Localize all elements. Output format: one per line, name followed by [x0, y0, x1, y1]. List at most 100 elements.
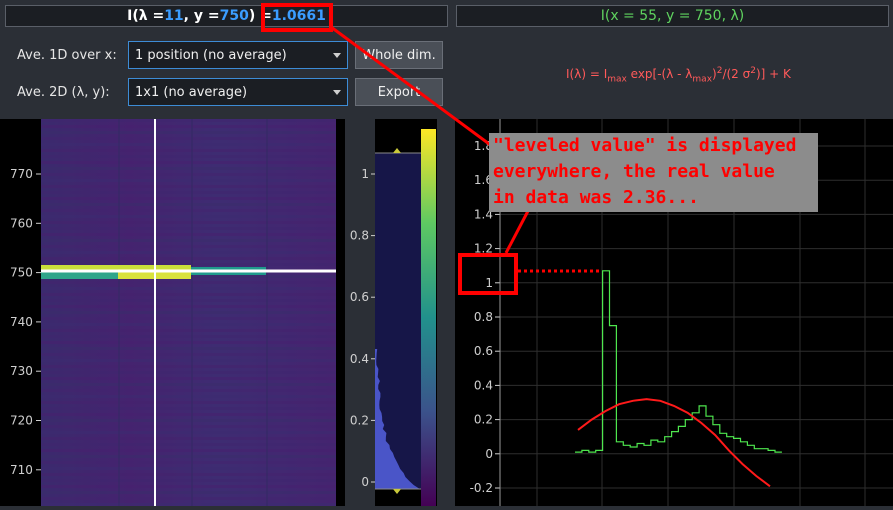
image-panel[interactable]: 770 760 750 740 730 720 710 — [0, 119, 345, 506]
heatmap-stripe — [41, 179, 336, 182]
heatmap-stripe — [41, 461, 336, 464]
heatmap-column-edge — [118, 119, 120, 506]
gaussian-formula: I(λ) = Imax exp[-(λ - λmax)2/(2 σ2)] + K — [566, 66, 791, 84]
heatmap-stripe — [41, 185, 336, 188]
heatmap-stripe — [41, 473, 336, 476]
heatmap-stripe — [41, 497, 336, 500]
heatmap-stripe — [41, 215, 336, 218]
heatmap-stripe — [41, 491, 336, 494]
heatmap-stripe — [41, 347, 336, 350]
heatmap-stripe — [41, 335, 336, 338]
heatmap-stripe — [41, 119, 336, 122]
intensity-readout-header: I(λ = 11, y = 750) = 1.0661 — [5, 5, 448, 27]
heatmap-stripe — [41, 329, 336, 332]
heatmap-stripe — [41, 425, 336, 428]
spectrum-title-header: I(x = 55, y = 750, λ) — [456, 5, 889, 27]
image-y-tick-label: 740 — [10, 315, 33, 329]
heatmap-stripe — [41, 197, 336, 200]
chevron-down-icon — [333, 53, 341, 58]
image-y-tick-label: 710 — [10, 463, 33, 477]
ave2d-select[interactable]: 1x1 (no average) — [128, 78, 348, 106]
annotation-note: "leveled value" is displayed everywhere,… — [489, 133, 818, 212]
heatmap-stripe — [41, 323, 336, 326]
heatmap-stripe — [41, 149, 336, 152]
heatmap-stripe — [41, 359, 336, 362]
formula-part: exp[-(λ - λ — [627, 67, 693, 81]
heatmap-stripe — [41, 251, 336, 254]
heatmap-stripe — [41, 407, 336, 410]
formula-part: )] + K — [756, 67, 791, 81]
heatmap-stripe — [41, 293, 336, 296]
gaussian-fit-line[interactable] — [578, 399, 770, 486]
colorbar-tick-label: 0.2 — [350, 413, 369, 427]
heatmap-column-edge — [266, 119, 268, 506]
heatmap-stripe — [41, 455, 336, 458]
heatmap-stripe — [41, 203, 336, 206]
lambda-value: 11 — [164, 8, 183, 24]
spectrum-title: I(x = 55, y = 750, λ) — [601, 8, 745, 24]
header-mid: , y = — [184, 8, 220, 24]
image-y-tick-label: 760 — [10, 216, 33, 230]
formula-part: I(λ) = I — [566, 67, 607, 81]
image-y-tick-label: 730 — [10, 364, 33, 378]
heatmap-stripe — [41, 365, 336, 368]
heatmap-stripe — [41, 131, 336, 134]
heatmap-stripe — [41, 239, 336, 242]
heatmap-stripe — [41, 443, 336, 446]
formula-sub: max — [607, 74, 627, 84]
colorbar-svg: 1 0.8 0.6 0.4 0.2 0 — [345, 119, 452, 506]
spectrum-y-tick-label: 0.4 — [474, 378, 493, 392]
spectrum-y-tick-label: -0.2 — [470, 481, 493, 495]
colorbar-panel[interactable]: 1 0.8 0.6 0.4 0.2 0 — [345, 119, 452, 506]
heatmap-stripe — [41, 161, 336, 164]
image-y-tick-label: 770 — [10, 167, 33, 181]
heatmap-stripe — [41, 209, 336, 212]
heatmap-stripe — [41, 311, 336, 314]
heatmap-stripe — [41, 299, 336, 302]
heatmap-stripe — [41, 485, 336, 488]
heatmap-stripe — [41, 227, 336, 230]
heatmap-stripe — [41, 401, 336, 404]
heatmap-stripe — [41, 317, 336, 320]
heatmap-stripe — [41, 173, 336, 176]
heatmap-stripe — [41, 137, 336, 140]
colorbar-tick-label: 0.8 — [350, 229, 369, 243]
colorbar-gradient[interactable] — [421, 129, 436, 506]
heatmap-stripe — [41, 305, 336, 308]
heatmap-stripe — [41, 287, 336, 290]
formula-part: /(2 σ — [722, 67, 750, 81]
spectrum-y-tick-label: 0.2 — [474, 413, 493, 427]
ave2d-select-value: 1x1 (no average) — [135, 85, 247, 100]
spectrum-data-line[interactable] — [575, 271, 782, 452]
y-value: 750 — [220, 8, 249, 24]
export-button[interactable]: Export — [355, 78, 443, 106]
heatmap-stripe — [41, 257, 336, 260]
colorbar-tick-label: 1 — [361, 167, 369, 181]
heatmap-stripe — [41, 143, 336, 146]
axis-highlight-box — [458, 253, 518, 295]
heatmap-stripe — [41, 233, 336, 236]
heatmap-stripe — [41, 245, 336, 248]
spectrum-y-tick-label: 0.8 — [474, 310, 493, 324]
header-prefix: I(λ = — [127, 8, 164, 24]
whole-dim-button[interactable]: Whole dim. — [355, 41, 443, 69]
heatmap-stripe — [41, 155, 336, 158]
image-y-tick-label: 750 — [10, 266, 33, 280]
chevron-down-icon — [333, 90, 341, 95]
spectrum-y-tick-label: 0 — [485, 447, 493, 461]
heatmap-stripe — [41, 353, 336, 356]
heatmap-stripe — [41, 191, 336, 194]
ave1d-select[interactable]: 1 position (no average) — [128, 41, 348, 69]
heatmap-stripe — [41, 419, 336, 422]
heatmap-stripe — [41, 389, 336, 392]
heatmap-stripe — [41, 167, 336, 170]
image-y-tick-label: 720 — [10, 414, 33, 428]
heatmap-stripe — [41, 125, 336, 128]
heatmap-column-edge — [191, 119, 193, 506]
colorbar-tick-label: 0.4 — [350, 352, 369, 366]
heatmap-stripe — [41, 467, 336, 470]
heatmap-stripe — [41, 341, 336, 344]
heatmap-stripe — [41, 449, 336, 452]
ave1d-select-value: 1 position (no average) — [135, 48, 287, 63]
heatmap-stripe — [41, 281, 336, 284]
